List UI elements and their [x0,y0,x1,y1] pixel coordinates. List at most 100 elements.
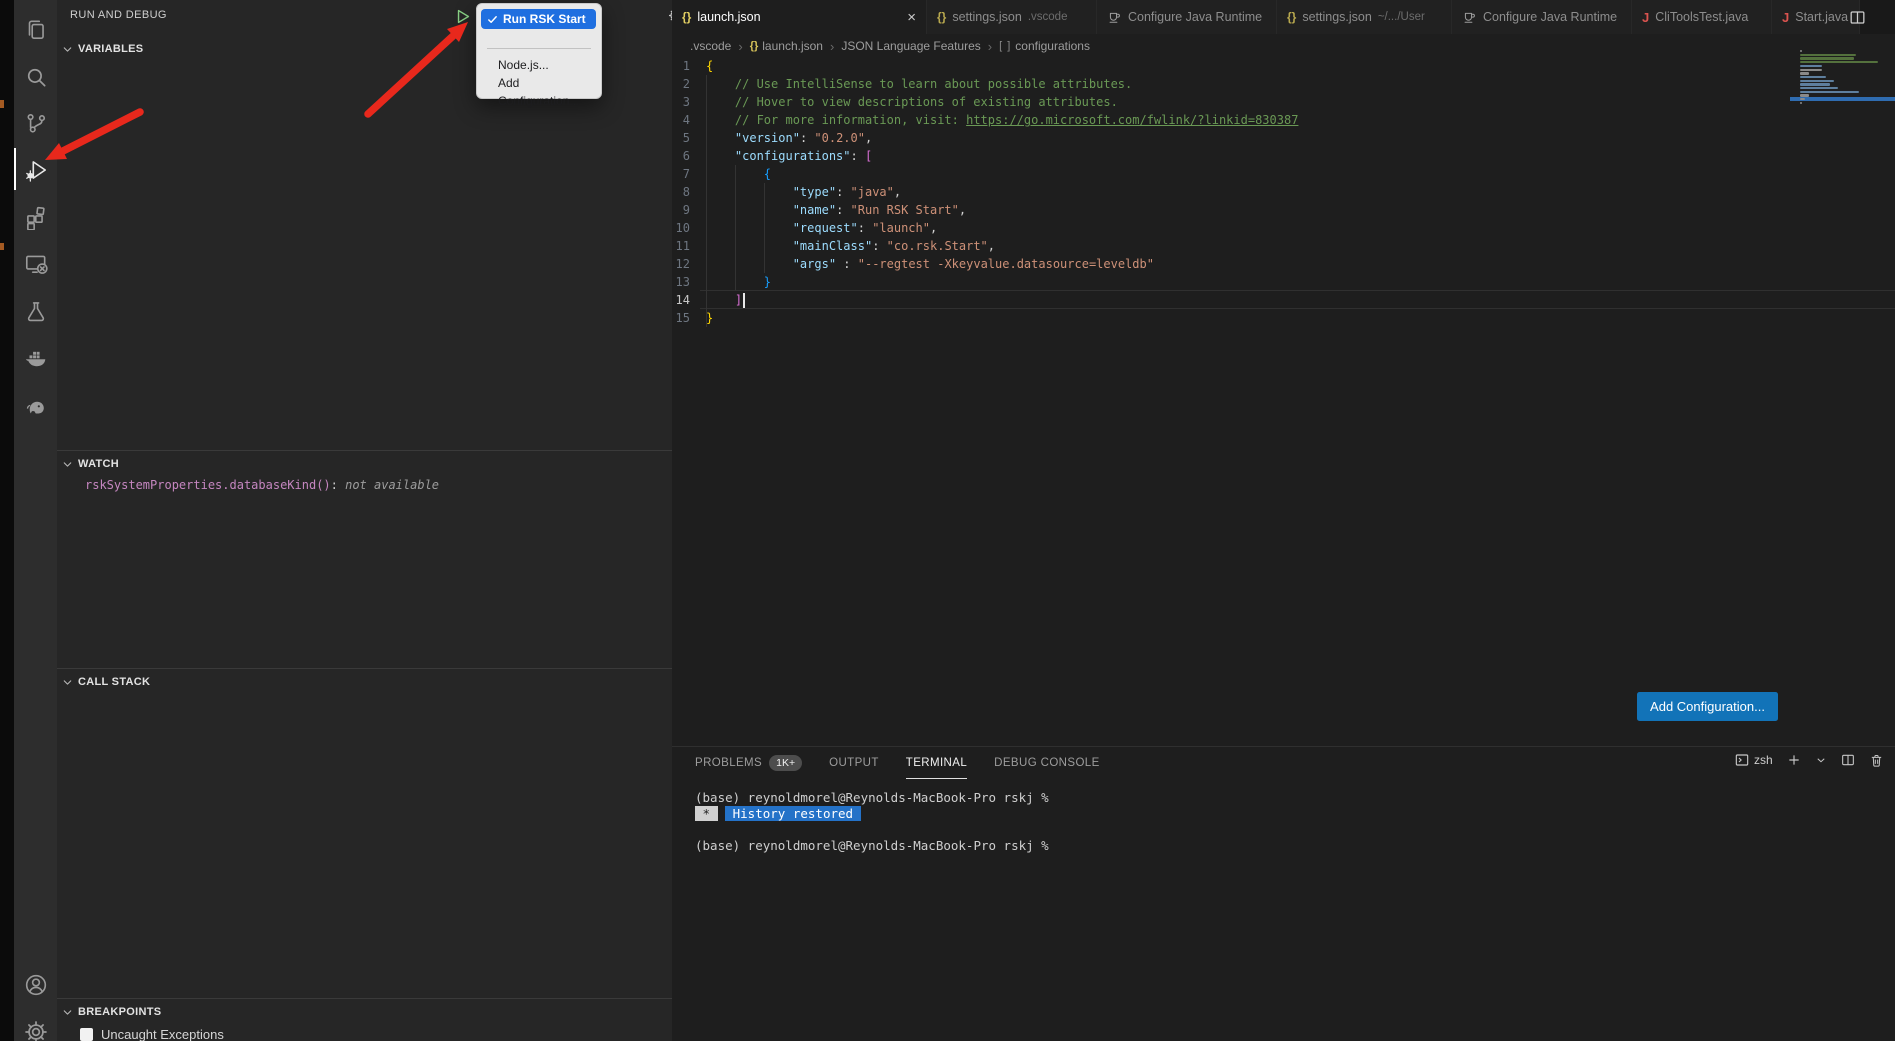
token: [ [865,149,872,163]
run-and-debug-icon [23,157,49,183]
tab-settings-json[interactable]: {}settings.json.vscode [927,0,1097,34]
indent-guide [764,183,765,273]
code-line: "version": "0.2.0", [706,129,1298,147]
breadcrumb-label: launch.json [762,39,823,53]
section-header[interactable]: BREAKPOINTS [57,999,672,1021]
tab-launch-json[interactable]: {}launch.json× [672,0,927,34]
breakpoint-row[interactable]: Uncaught Exceptions [80,1027,672,1041]
tab-label: settings.json [952,10,1021,24]
terminal-line [695,822,1049,838]
token [706,203,793,217]
remote-explorer-icon [23,251,49,277]
code-line: // Use IntelliSense to learn about possi… [706,75,1298,93]
explorer-icon [23,17,49,43]
start-debugging-icon[interactable] [453,7,472,31]
token: : [872,239,886,253]
tab-start-java[interactable]: J Start.java [1772,0,1860,34]
activity-bar [14,0,57,1041]
token: , [865,131,872,145]
menu-item-nodejs[interactable]: Node.js... [477,56,601,74]
token: // Hover to view descriptions of existin… [706,95,1118,109]
activity-item-search[interactable] [14,54,57,100]
menu-item-run-rsk-start[interactable]: Run RSK Start [481,9,596,29]
kill-terminal-trash-icon[interactable] [1869,753,1884,768]
activity-item-source-control[interactable] [14,100,57,146]
text-cursor [743,293,745,308]
json-icon: {} [937,10,946,24]
token: "request" [793,221,858,235]
vscode-window: RUN AND DEBUG ⋯ VARIABLESWATCHrskSystemP… [0,0,1895,1041]
activity-item-run-and-debug[interactable] [14,147,57,193]
token [706,239,793,253]
checkbox[interactable] [80,1028,93,1041]
minimap-line [1800,54,1856,56]
breadcrumb-separator: › [988,39,992,54]
java-icon: J [1782,10,1789,25]
section-header[interactable]: CALL STACK [57,669,672,691]
code-line: "args" : "--regtest -Xkeyvalue.datasourc… [706,255,1298,273]
tab-settings-json[interactable]: {}settings.json~/.../User [1277,0,1452,34]
extensions-icon [23,204,49,230]
terminal-instance[interactable]: zsh [1734,752,1773,768]
activity-item-extensions[interactable] [14,194,57,240]
section-label: VARIABLES [78,43,143,55]
activity-item-remote-explorer[interactable] [14,241,57,287]
minimap-line [1800,102,1802,104]
add-configuration-button[interactable]: Add Configuration... [1637,692,1778,721]
watch-colon: : [331,478,345,492]
close-icon[interactable]: × [905,10,918,25]
minimap[interactable] [1790,46,1895,116]
tab-configure-java-runtime[interactable]: Configure Java Runtime [1452,0,1632,34]
code-line: "name": "Run RSK Start", [706,201,1298,219]
code-line: // Hover to view descriptions of existin… [706,93,1298,111]
token: : [836,257,858,271]
tab-clitoolstest-java[interactable]: JCliToolsTest.java [1632,0,1772,34]
breadcrumb-item[interactable]: .vscode [690,39,731,53]
activity-item-gradle[interactable] [14,382,57,428]
chevron-down-icon [61,676,74,689]
breadcrumb-item[interactable]: [ ]configurations [999,39,1090,53]
section-header[interactable]: WATCH [57,451,672,473]
split-editor-icon[interactable] [1848,8,1867,32]
tab-label: Start.java [1795,10,1848,24]
code-editor[interactable]: { // Use IntelliSense to learn about pos… [706,57,1298,327]
minimap-line [1800,57,1854,59]
activity-item-accounts[interactable] [14,962,57,1008]
line-number: 7 [672,165,690,183]
menu-item-add-configuration[interactable]: Add Configuration... [477,74,601,92]
accounts-icon [23,972,49,998]
activity-item-testing[interactable] [14,288,57,334]
token: : [836,203,850,217]
watch-expression[interactable]: rskSystemProperties.databaseKind(): not … [85,478,672,492]
code-line: { [706,165,1298,183]
array-icon: [ ] [999,40,1011,52]
panel-tab-debug-console[interactable]: DEBUG CONSOLE [994,747,1100,779]
panel-tab-terminal[interactable]: TERMINAL [906,747,967,779]
code-line: ] [706,291,1298,309]
activity-item-settings[interactable] [14,1009,57,1041]
terminal-output[interactable]: (base) reynoldmorel@Reynolds-MacBook-Pro… [695,790,1049,854]
watch-expression-text: rskSystemProperties.databaseKind() [85,478,331,492]
terminal-dropdown-chevron-icon[interactable] [1815,754,1827,766]
breadcrumb-item[interactable]: JSON Language Features [841,39,980,53]
token: } [764,275,771,289]
token: "0.2.0" [814,131,865,145]
link: https://go.microsoft.com/fwlink/?linkid=… [966,113,1298,127]
split-terminal-icon[interactable] [1840,752,1856,768]
breadcrumb-label: JSON Language Features [841,39,980,53]
section-call-stack: CALL STACK [57,668,672,691]
new-terminal-icon[interactable] [1786,752,1802,768]
activity-item-explorer[interactable] [14,7,57,53]
checkmark-icon [487,14,498,25]
breadcrumb-item[interactable]: {}launch.json [750,39,823,53]
activity-item-docker[interactable] [14,335,57,381]
panel-tab-problems[interactable]: PROBLEMS1K+ [695,747,802,779]
breadcrumb-label: .vscode [690,39,731,53]
line-number: 4 [672,111,690,129]
line-number: 15 [672,309,690,327]
code-line: // For more information, visit: https://… [706,111,1298,129]
panel-tab-output[interactable]: OUTPUT [829,747,879,779]
tab-configure-java-runtime[interactable]: Configure Java Runtime [1097,0,1277,34]
token: "--regtest -Xkeyvalue.datasource=leveldb… [858,257,1154,271]
background-artifact [0,243,4,250]
